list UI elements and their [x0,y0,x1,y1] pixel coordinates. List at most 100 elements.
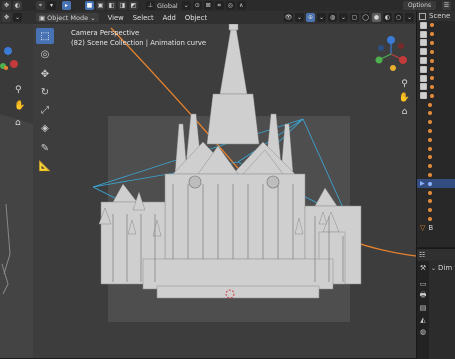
outliner-row[interactable] [417,100,455,109]
chevron-down-icon[interactable]: ⌄ [181,1,191,10]
chevron-down-icon[interactable]: ⌄ [317,13,326,22]
secondary-viewport-canvas: ⚲ ✋ ⌂ [0,24,33,358]
secondary-viewport[interactable]: ✥ ⌄ ⚲ ✋ ⌂ [0,11,33,358]
camera-icon: ▽ [420,223,426,232]
outliner-row[interactable] [417,83,455,92]
move-icon[interactable]: ✥ [36,66,54,82]
gizmo-toggle-icon[interactable]: ⊕ [306,13,315,22]
dropdown-arrow-icon[interactable]: ▾ [47,1,56,10]
rendered-shading-icon[interactable]: ○ [394,13,403,22]
proportional-edit-icon[interactable]: ◎ [225,1,235,10]
outliner-row[interactable] [417,144,455,153]
view-icon[interactable]: ✥ [2,13,11,22]
view-layer-tab-icon[interactable]: ▤ [418,303,428,313]
select-mode-icon[interactable]: ▸ [62,1,71,10]
visibility-icon[interactable]: 👁 [284,13,293,22]
outliner-header: Scene [417,11,455,21]
snap-icon[interactable]: ⊠ [203,1,213,10]
outliner-row[interactable] [417,56,455,65]
camera-view-icon[interactable]: ⌂ [15,118,21,128]
wireframe-shading-icon[interactable]: ◯ [361,13,370,22]
tool-tab-icon[interactable]: ⚒ [418,263,428,273]
menu-view[interactable]: View [108,14,124,22]
orientation-select[interactable]: Global [157,2,178,10]
outliner-editor-icon[interactable]: ☰ [442,1,451,10]
render-tab-icon[interactable]: ▭ [418,279,428,289]
outliner-row[interactable] [417,171,455,180]
measure-icon[interactable]: 📐 [36,158,54,174]
select-box-icon[interactable]: ⬚ [36,28,54,44]
outliner-row-selected[interactable]: ▶ [417,179,455,189]
options-button[interactable]: Options [402,1,436,10]
select-intersect-icon[interactable]: ◩ [129,1,138,10]
properties-tabs: ⚒ ▭ 🖶 ▤ ◭ ◍ [417,261,429,359]
outliner-row[interactable] [417,47,455,56]
viewport-header: ▣ Object Mode ⌄ View Select Add Object 👁… [33,11,416,25]
chevron-down-icon[interactable]: ⌄ [339,13,348,22]
properties-editor-icon[interactable]: ☷ [419,251,425,259]
outliner-row[interactable] [417,91,455,100]
chevron-down-icon[interactable]: ⌄ [295,13,304,22]
outliner-row[interactable] [417,127,455,136]
scale-icon[interactable]: ⤢ [36,102,54,118]
gizmo-x-axis[interactable] [10,60,18,68]
3d-viewport[interactable]: Camera Perspective (82) Scene Collection… [33,24,416,358]
outliner-row[interactable] [417,188,455,197]
outliner-row[interactable] [417,215,455,224]
outliner-row[interactable] [417,118,455,127]
chevron-down-icon[interactable]: ⌄ [405,13,414,22]
pivot-icon[interactable]: ⊙ [192,1,202,10]
output-tab-icon[interactable]: 🖶 [418,291,428,301]
editor-type-icon[interactable]: ✥ [2,1,11,10]
editor-type-viewport-icon[interactable]: ⌖ [36,1,45,10]
select-invert-icon[interactable]: ◨ [118,1,127,10]
menu-add[interactable]: Add [163,14,176,22]
overlay-icon[interactable]: ◍ [328,13,337,22]
outliner-row[interactable] [417,39,455,48]
mode-select[interactable]: ▣ Object Mode ⌄ [36,13,99,22]
view-icon[interactable]: ◐ [13,1,22,10]
outliner-row[interactable] [417,197,455,206]
pan-hand-icon[interactable]: ✋ [14,99,25,111]
outliner-row[interactable] [417,206,455,215]
select-extend-icon[interactable]: ▣ [96,1,105,10]
select-new-icon[interactable]: ■ [85,1,94,10]
outliner-row[interactable] [417,109,455,118]
properties-editor: ☷ ⚒ ▭ 🖶 ▤ ◭ ◍ ⌄ Dim [416,248,455,359]
gizmo-z-axis[interactable] [4,47,12,55]
clock-face [188,175,202,189]
scene-info-label: (82) Scene Collection | Animation curve [71,39,207,47]
outliner-row[interactable] [417,21,455,30]
snap-target-icon[interactable]: ⌗ [214,1,224,10]
material-shading-icon[interactable]: ◐ [383,13,392,22]
solid-shading-icon[interactable]: ● [372,13,381,22]
transform-icon[interactable]: ◈ [36,120,54,136]
annotate-icon[interactable]: ✎ [36,140,54,156]
outliner-title: Scene [429,12,451,20]
menu-select[interactable]: Select [133,14,154,22]
xray-icon[interactable]: ▢ [350,13,359,22]
outliner-row[interactable]: ▽ B [417,223,455,232]
secondary-viewport-header: ✥ ⌄ [0,11,33,24]
outliner-row[interactable] [417,135,455,144]
pan-hand-icon[interactable]: ✋ [399,92,410,103]
scene-tab-icon[interactable]: ◭ [418,315,428,325]
outliner-row[interactable] [417,162,455,171]
outliner-row[interactable] [417,74,455,83]
outliner-row[interactable] [417,65,455,74]
world-tab-icon[interactable]: ◍ [418,327,428,337]
dimensions-panel[interactable]: ⌄ Dim [431,264,452,272]
navigation-gizmo[interactable] [371,34,411,74]
falloff-icon[interactable]: ∧ [236,1,246,10]
rotate-icon[interactable]: ↻ [36,84,54,100]
outliner-row[interactable] [417,30,455,39]
cursor-icon[interactable]: ◎ [36,46,54,62]
camera-perspective-label: Camera Perspective [71,29,140,37]
zoom-icon[interactable]: ⚲ [399,78,410,89]
select-subtract-icon[interactable]: ◧ [107,1,116,10]
camera-view-icon[interactable]: ⌂ [399,106,410,117]
outliner-row[interactable] [417,153,455,162]
zoom-icon[interactable]: ⚲ [15,85,22,95]
chevron-down-icon[interactable]: ⌄ [13,13,22,22]
menu-object[interactable]: Object [185,14,207,22]
